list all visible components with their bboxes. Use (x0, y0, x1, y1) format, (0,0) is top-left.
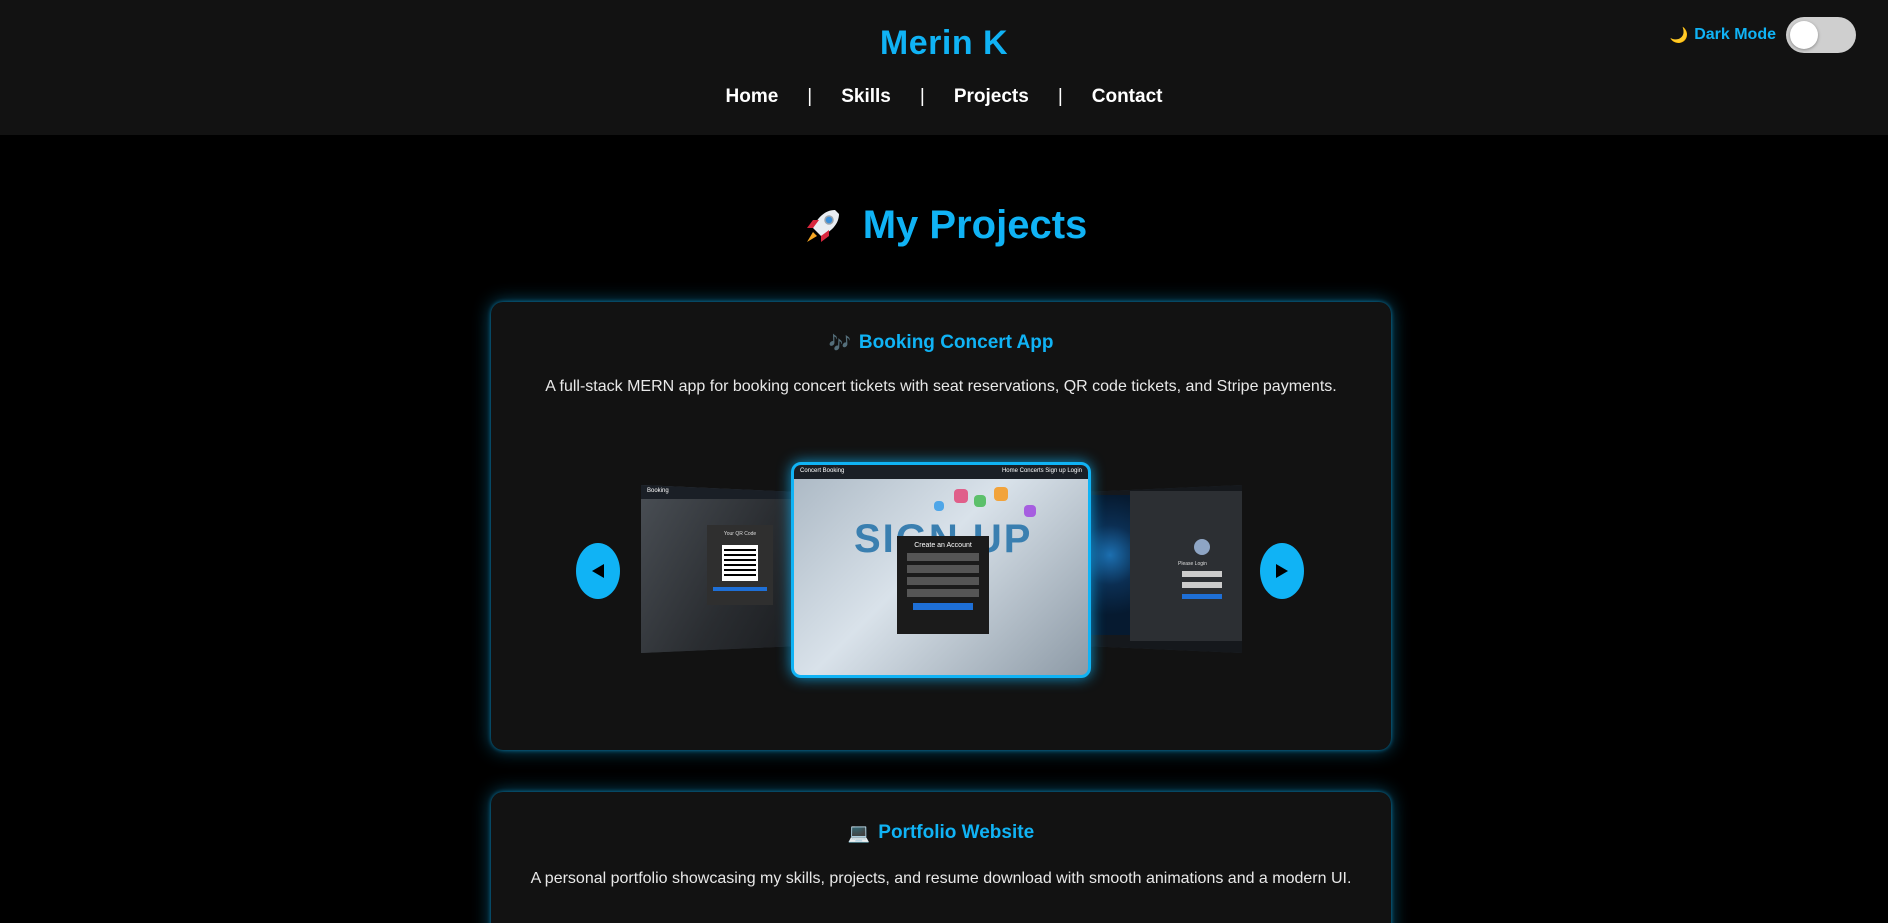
nav-separator: | (807, 86, 813, 107)
project-description: A personal portfolio showcasing my skill… (530, 870, 1352, 887)
rocket-icon (806, 209, 839, 242)
login-panel: Please Login (1130, 491, 1242, 641)
laptop-icon: 💻 (847, 822, 871, 843)
login-email-field (1182, 571, 1222, 577)
carousel-slide-qr[interactable]: Booking Your QR Code (641, 485, 793, 653)
login-button (1182, 594, 1222, 599)
signup-name-field (907, 553, 979, 561)
dark-mode-switch[interactable] (1786, 17, 1856, 53)
nav-separator: | (919, 86, 925, 107)
app-bubble-icon (974, 495, 986, 507)
login-title: Please Login (1178, 561, 1207, 567)
main-nav: Home | Skills | Projects | Contact (0, 86, 1888, 108)
arrow-right-icon (1276, 564, 1288, 578)
app-bubble-icon (994, 487, 1008, 501)
project-card: 💻 Portfolio Website A personal portfolio… (491, 792, 1391, 923)
login-password-field (1182, 582, 1222, 588)
arrow-left-icon (592, 564, 604, 578)
slide-nav-links: Home Concerts Sign up Login (1001, 468, 1082, 474)
circuit-image (1090, 495, 1130, 635)
carousel-slide-login[interactable]: Please Login (1090, 485, 1242, 653)
theme-toggle: 🌙 Dark Mode (1670, 17, 1856, 53)
signup-modal: Create an Account (897, 536, 989, 634)
slide-nav-bar: Booking (641, 485, 793, 499)
qr-ticket-card: Your QR Code (707, 525, 773, 605)
qr-title: Your QR Code (723, 531, 757, 537)
site-header: Merin K Home | Skills | Projects | Conta… (0, 0, 1888, 135)
moon-icon: 🌙 (1669, 27, 1689, 44)
slide-nav-brand: Concert Booking (800, 468, 845, 474)
nav-link-contact[interactable]: Contact (1092, 86, 1163, 108)
dark-mode-label: Dark Mode (1694, 26, 1776, 43)
qr-download-button (713, 587, 767, 591)
signup-submit-button (913, 603, 973, 610)
project-description: A full-stack MERN app for booking concer… (545, 378, 1337, 395)
app-bubble-icon (934, 501, 944, 511)
carousel-next-button[interactable] (1260, 543, 1304, 599)
nav-separator: | (1057, 86, 1063, 107)
app-bubble-icon (954, 489, 968, 503)
music-notes-icon: 🎶 (828, 332, 851, 353)
project-title-text: Portfolio Website (878, 822, 1035, 843)
carousel-prev-button[interactable] (576, 543, 620, 599)
signup-modal-title: Create an Account (914, 542, 972, 549)
nav-link-home[interactable]: Home (726, 86, 779, 108)
page-title-text: My Projects (862, 203, 1088, 247)
project-title-text: Booking Concert App (858, 332, 1054, 353)
page-title: My Projects (0, 203, 1888, 248)
nav-link-projects[interactable]: Projects (954, 86, 1029, 108)
signup-password-field (907, 577, 979, 585)
app-bubble-icon (1024, 505, 1036, 517)
project-card: 🎶 Booking Concert App A full-stack MERN … (491, 302, 1391, 750)
nav-link-skills[interactable]: Skills (841, 86, 891, 108)
signup-email-field (907, 565, 979, 573)
carousel-slide-signup[interactable]: Concert Booking Home Concerts Sign up Lo… (791, 462, 1091, 678)
project-title: 🎶 Booking Concert App (491, 332, 1391, 354)
avatar-icon (1194, 539, 1210, 555)
brand-title: Merin K (879, 24, 1009, 62)
project-title: 💻 Portfolio Website (491, 822, 1391, 844)
switch-knob (1790, 21, 1818, 49)
signup-confirm-field (907, 589, 979, 597)
qr-code-image (722, 545, 758, 581)
slide-nav-bar: Concert Booking Home Concerts Sign up Lo… (794, 465, 1088, 479)
